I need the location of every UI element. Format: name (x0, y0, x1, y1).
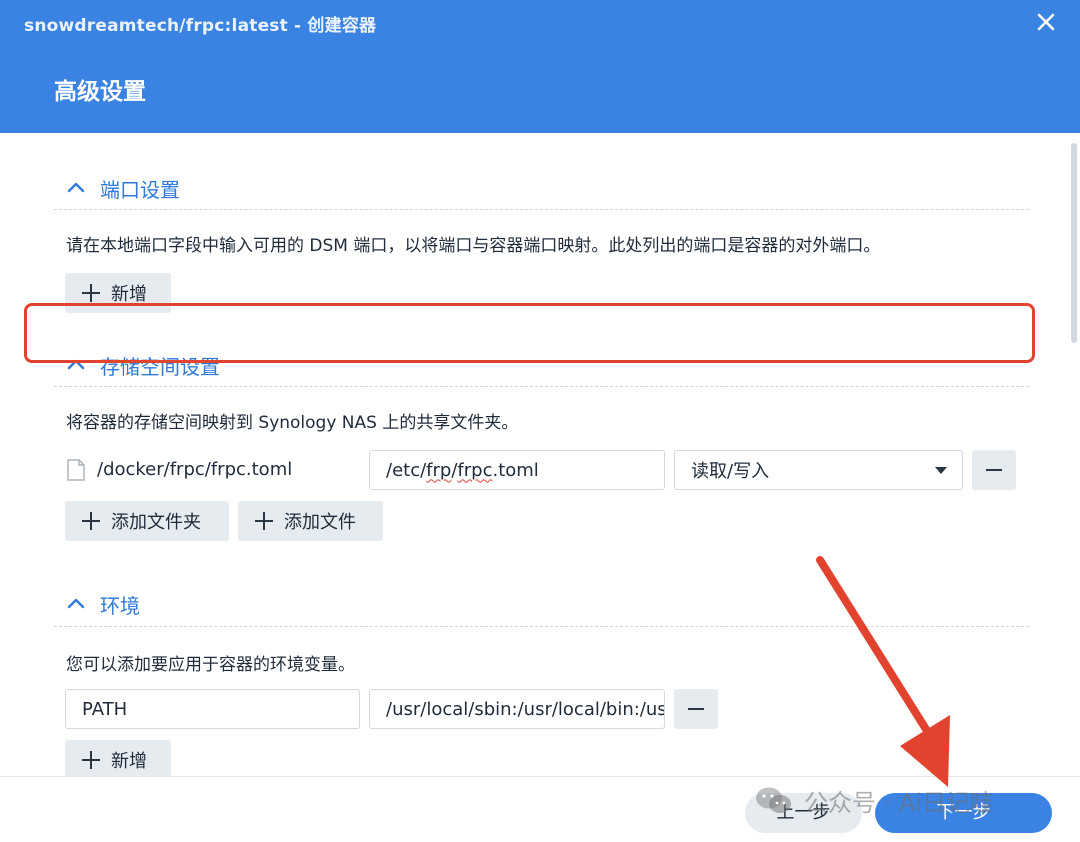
add-env-button[interactable]: 新增 (65, 740, 171, 776)
dropdown-arrow-icon (935, 467, 947, 474)
plus-icon (254, 511, 274, 531)
section-toggle-storage[interactable]: 存储空间设置 (66, 350, 220, 380)
add-folder-button[interactable]: 添加文件夹 (65, 501, 229, 541)
chevron-up-icon (67, 182, 85, 193)
prev-step-button[interactable]: 上一步 (745, 793, 862, 833)
plus-icon (81, 511, 101, 531)
container-path-prefix: /etc/ (386, 459, 427, 481)
close-button[interactable] (1033, 8, 1059, 36)
plus-icon (81, 283, 101, 303)
section-title-environment: 环境 (100, 593, 140, 618)
container-path-input[interactable]: /etc/frp / frpc .toml (369, 450, 665, 490)
section-divider (54, 386, 1029, 387)
env-value-input[interactable]: /usr/local/sbin:/usr/local/bin:/usr/sbin… (369, 689, 665, 729)
scrollbar[interactable] (1071, 143, 1077, 343)
file-icon (67, 459, 85, 481)
env-name-input[interactable]: PATH (65, 689, 360, 729)
add-port-button[interactable]: 新增 (65, 273, 171, 313)
section-divider (54, 209, 1029, 210)
remove-mount-button[interactable] (972, 450, 1016, 490)
section-toggle-ports[interactable]: 端口设置 (66, 173, 180, 203)
add-file-label: 添加文件 (284, 512, 356, 533)
close-icon (1037, 13, 1055, 31)
next-step-button[interactable]: 下一步 (875, 793, 1052, 833)
plus-icon (81, 750, 101, 770)
section-toggle-environment[interactable]: 环境 (66, 589, 140, 619)
environment-description: 您可以添加要应用于容器的环境变量。 (66, 655, 355, 675)
add-folder-label: 添加文件夹 (111, 512, 201, 533)
env-name-value: PATH (82, 698, 128, 720)
window-title: snowdreamtech/frpc:latest - 创建容器 (24, 16, 377, 36)
section-title-ports: 端口设置 (100, 177, 180, 202)
settings-content[interactable]: 端口设置 请在本地端口字段中输入可用的 DSM 端口，以将端口与容器端口映射。此… (0, 133, 1080, 776)
container-path-file: frpc (457, 459, 493, 481)
remove-env-button[interactable] (674, 689, 718, 729)
add-port-label: 新增 (111, 284, 147, 305)
container-path-frp: frp (426, 459, 452, 481)
permission-value: 读取/写入 (691, 461, 770, 482)
ports-description: 请在本地端口字段中输入可用的 DSM 端口，以将端口与容器端口映射。此处列出的端… (66, 236, 881, 256)
chevron-up-icon (67, 598, 85, 609)
dialog-footer: 上一步 下一步 (0, 776, 1080, 842)
env-value-value: /usr/local/sbin:/usr/local/bin:/usr/sbin… (386, 698, 664, 720)
host-path: /docker/frpc/frpc.toml (97, 459, 293, 480)
page-title: 高级设置 (54, 79, 146, 105)
container-path-ext: .toml (492, 459, 539, 481)
chevron-up-icon (67, 359, 85, 370)
dialog-header: snowdreamtech/frpc:latest - 创建容器 高级设置 (0, 0, 1080, 133)
section-title-storage: 存储空间设置 (100, 354, 220, 379)
add-file-button[interactable]: 添加文件 (238, 501, 383, 541)
storage-description: 将容器的存储空间映射到 Synology NAS 上的共享文件夹。 (66, 413, 519, 433)
permission-select[interactable]: 读取/写入 (674, 450, 963, 490)
add-env-label: 新增 (111, 751, 147, 772)
section-divider (54, 626, 1029, 627)
